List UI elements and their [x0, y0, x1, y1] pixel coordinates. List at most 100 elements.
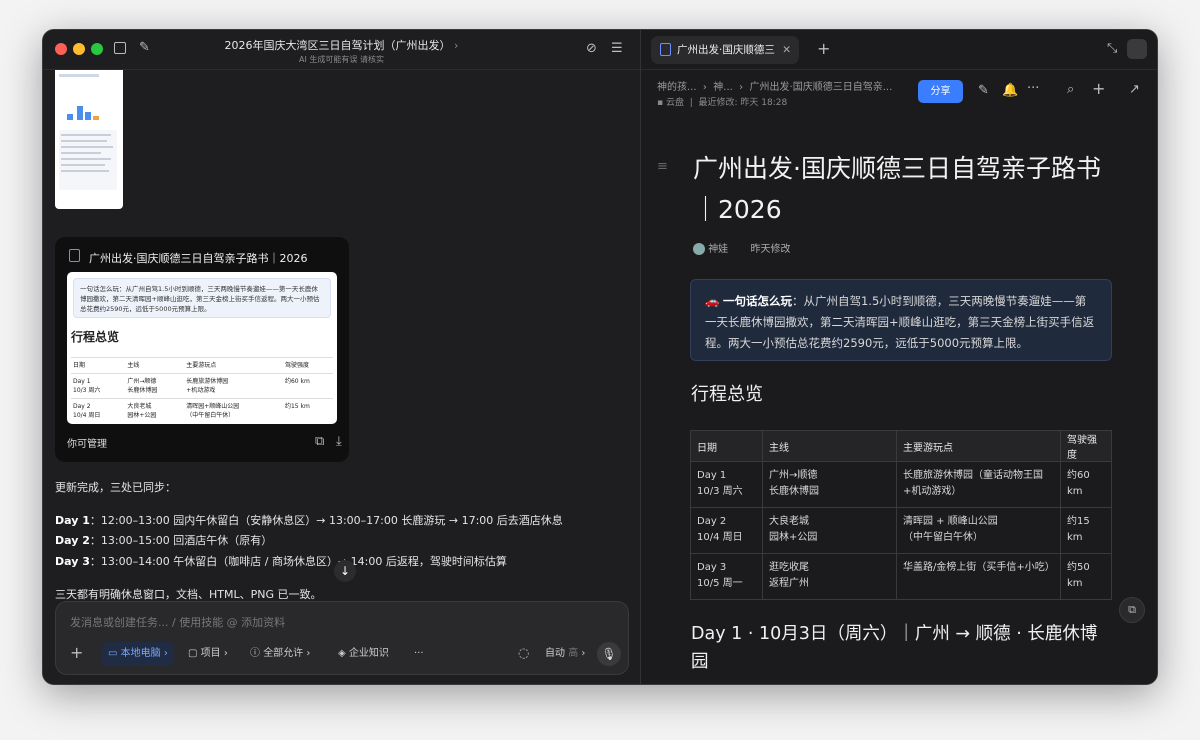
preview-cell: 约60 km: [282, 373, 333, 399]
task-list-icon[interactable]: ☰: [611, 42, 623, 56]
chip-label: 企业知识: [348, 648, 389, 659]
preview-cell: 清晖园+顺峰山公园 （中午留白午休）: [184, 398, 283, 423]
thumbnail-preview: [59, 74, 117, 190]
mute-icon[interactable]: ⊘: [586, 42, 597, 56]
doc-meta: ▪ 云盘 | 最近修改: 昨天 18:28: [657, 98, 788, 108]
doc-author-line: 神娃 昨天修改: [693, 240, 790, 255]
message-day2: Day 2：13:00–15:00 回酒店午休（原有）: [55, 532, 272, 548]
layers-icon: ◈: [338, 648, 346, 659]
split-view-icon[interactable]: [1127, 39, 1147, 59]
day3-text: ：13:00–14:00 午休留白（咖啡店 / 商场休息区）→ 14:00 后返…: [89, 555, 507, 568]
itinerary-table: 日期 主线 主要游玩点 驾驶强度 Day 1 10/3 周六 广州→顺德 长鹿休…: [690, 430, 1112, 600]
image-thumbnail[interactable]: [55, 70, 123, 209]
close-tab-icon[interactable]: ✕: [782, 36, 791, 64]
chip-enterprise-knowledge[interactable]: ◈ 企业知识: [332, 642, 395, 666]
microphone-icon[interactable]: 🎙: [597, 642, 621, 666]
plus-icon[interactable]: +: [70, 645, 83, 661]
share-button[interactable]: 分享: [918, 80, 963, 103]
tab-label: 广州出发·国庆顺德三: [677, 44, 775, 56]
document-card[interactable]: 广州出发·国庆顺德三日自驾亲子路书｜2026 一句话怎么玩：从广州自驾1.5小时…: [55, 237, 349, 462]
preview-cell: 广州→顺德 长鹿休博园: [125, 373, 185, 399]
table-cell: Day 1 10/3 周六: [690, 461, 763, 508]
preview-table-row: Day 2 10/4 周日 大良老城 园林+公园 清晖园+顺峰山公园 （中午留白…: [71, 398, 333, 423]
chip-local-computer[interactable]: ▭ 本地电脑 ›: [102, 642, 174, 666]
table-row: Day 3 10/5 周一 逛吃收尾 返程广州 华盖路/金榜上街（买手信+小吃）…: [690, 553, 1112, 600]
document-preview: 一句话怎么玩：从广州自驾1.5小时到顺德，三天两晚慢节奏遛娃——第一天长鹿休博园…: [67, 272, 337, 424]
doc-modified: 最近修改: 昨天 18:28: [698, 98, 788, 108]
day1-text: ：12:00–13:00 园内午休留白（安静休息区）→ 13:00–17:00 …: [89, 514, 563, 527]
preview-header-cell: 主要游玩点: [184, 357, 283, 374]
table-cell: 清晖园 + 顺峰山公园 （中午留白午休）: [896, 507, 1061, 554]
day1-label: Day 1: [55, 514, 90, 527]
table-cell: Day 3 10/5 周一: [690, 553, 763, 600]
preview-header-cell: 驾驶强度: [282, 357, 333, 374]
table-cell: 大良老城 园林+公园: [762, 507, 897, 554]
breadcrumb-item[interactable]: 神的孩...: [657, 82, 697, 93]
preview-cell: 约15 km: [282, 398, 333, 423]
day2-label: Day 2: [55, 534, 90, 547]
preview-table-header: 日期 主线 主要游玩点 驾驶强度: [71, 357, 333, 374]
avatar[interactable]: [693, 243, 705, 255]
car-icon: 🚗: [705, 294, 720, 308]
chat-pane: ✎ 2026年国庆大湾区三日自驾计划（广州出发） › AI 生成可能有误 请核实…: [43, 30, 640, 684]
copy-icon[interactable]: ⧉: [315, 435, 324, 449]
more-icon[interactable]: ···: [408, 642, 430, 666]
breadcrumb-item[interactable]: 神...: [713, 82, 733, 93]
table-header: 日期 主线 主要游玩点 驾驶强度: [690, 430, 1112, 462]
tab-document[interactable]: 广州出发·国庆顺德三 ✕: [651, 36, 799, 64]
callout-label: 一句话怎么玩: [722, 294, 792, 308]
table-cell: 广州→顺德 长鹿休博园: [762, 461, 897, 508]
more-icon[interactable]: ···: [1027, 82, 1039, 96]
chip-permissions[interactable]: ⓘ 全部允许 ›: [244, 642, 316, 666]
chip-label: 全部允许: [263, 648, 304, 659]
search-icon[interactable]: ⌕: [1067, 83, 1074, 97]
section-heading: 行程总览: [691, 384, 763, 405]
preview-header-cell: 主线: [125, 357, 185, 374]
floating-action-icon[interactable]: ⧉: [1119, 597, 1145, 623]
composer[interactable]: 发消息或创建任务... / 使用技能 @ 添加资料 + ▭ 本地电脑 › ▢ 项…: [55, 601, 629, 675]
download-icon[interactable]: ⤓: [336, 435, 342, 449]
day1-heading: Day 1 · 10月3日（周六）｜广州 → 顺德 · 长鹿休博园: [691, 624, 1098, 672]
summary-callout: 🚗 一句话怎么玩：从广州自驾1.5小时到顺德，三天两晚慢节奏遛娃——第一天长鹿休…: [690, 279, 1112, 361]
message-intro: 更新完成，三处已同步：: [55, 481, 176, 494]
add-icon[interactable]: +: [1092, 81, 1105, 97]
chat-titlebar: ✎ 2026年国庆大湾区三日自驾计划（广州出发） › AI 生成可能有误 请核实…: [43, 30, 640, 70]
mode-level: 高: [568, 648, 579, 659]
table-header-cell: 主要游玩点: [896, 430, 1061, 462]
mode-selector[interactable]: 自动 高 ›: [539, 642, 591, 666]
table-row: Day 2 10/4 周日 大良老城 园林+公园 清晖园 + 顺峰山公园 （中午…: [690, 507, 1112, 554]
preview-callout: 一句话怎么玩：从广州自驾1.5小时到顺德，三天两晚慢节奏遛娃——第一天长鹿休博园…: [73, 278, 331, 318]
table-cell: 长鹿旅游休博园（童话动物王国+机动游戏）: [896, 461, 1061, 508]
breadcrumb-item[interactable]: 广州出发·国庆顺德三日自驾亲...: [750, 82, 893, 93]
table-cell: Day 2 10/4 周日: [690, 507, 763, 554]
chip-project[interactable]: ▢ 项目 ›: [182, 642, 234, 666]
preview-cell: 长鹿旅游休博园 +机动游戏: [184, 373, 283, 399]
day2-text: ：13:00–15:00 回酒店午休（原有）: [89, 534, 273, 547]
scroll-down-button[interactable]: ↓: [334, 560, 356, 582]
table-cell: 约15 km: [1060, 507, 1112, 554]
preview-table-row: Day 1 10/3 周六 广州→顺德 长鹿休博园 长鹿旅游休博园 +机动游戏 …: [71, 373, 333, 399]
chat-title[interactable]: 2026年国庆大湾区三日自驾计划（广州出发） ›: [43, 37, 640, 53]
doc-location[interactable]: 云盘: [666, 98, 684, 108]
preview-heading: 行程总览: [71, 330, 120, 344]
author-time: 昨天修改: [750, 244, 791, 255]
app-window: ✎ 2026年国庆大湾区三日自驾计划（广州出发） › AI 生成可能有误 请核实…: [42, 29, 1158, 685]
folder-icon: ▪: [657, 98, 664, 108]
document-card-title: 广州出发·国庆顺德三日自驾亲子路书｜2026: [89, 252, 308, 265]
table-header-cell: 驾驶强度: [1060, 430, 1112, 462]
author-name[interactable]: 神娃: [708, 244, 728, 255]
collapse-icon[interactable]: ⤡: [1107, 42, 1117, 56]
table-row: Day 1 10/3 周六 广州→顺德 长鹿休博园 长鹿旅游休博园（童话动物王国…: [690, 461, 1112, 508]
table-cell: 华盖路/金榜上街（买手信+小吃）: [896, 553, 1061, 600]
info-icon: ⓘ: [250, 648, 260, 659]
bell-icon[interactable]: 🔔: [1002, 84, 1018, 98]
edit-icon[interactable]: ✎: [978, 84, 989, 98]
message-input[interactable]: 发消息或创建任务... / 使用技能 @ 添加资料: [70, 614, 285, 630]
open-external-icon[interactable]: ↗: [1129, 83, 1140, 97]
new-tab-icon[interactable]: +: [817, 41, 830, 57]
outline-icon[interactable]: ≡: [657, 160, 668, 174]
document-icon: [69, 249, 80, 262]
chip-label: 本地电脑: [120, 648, 161, 659]
message-outro: 三天都有明确休息窗口，文档、HTML、PNG 已一致。: [55, 588, 322, 601]
loading-icon: ◌: [518, 646, 530, 661]
